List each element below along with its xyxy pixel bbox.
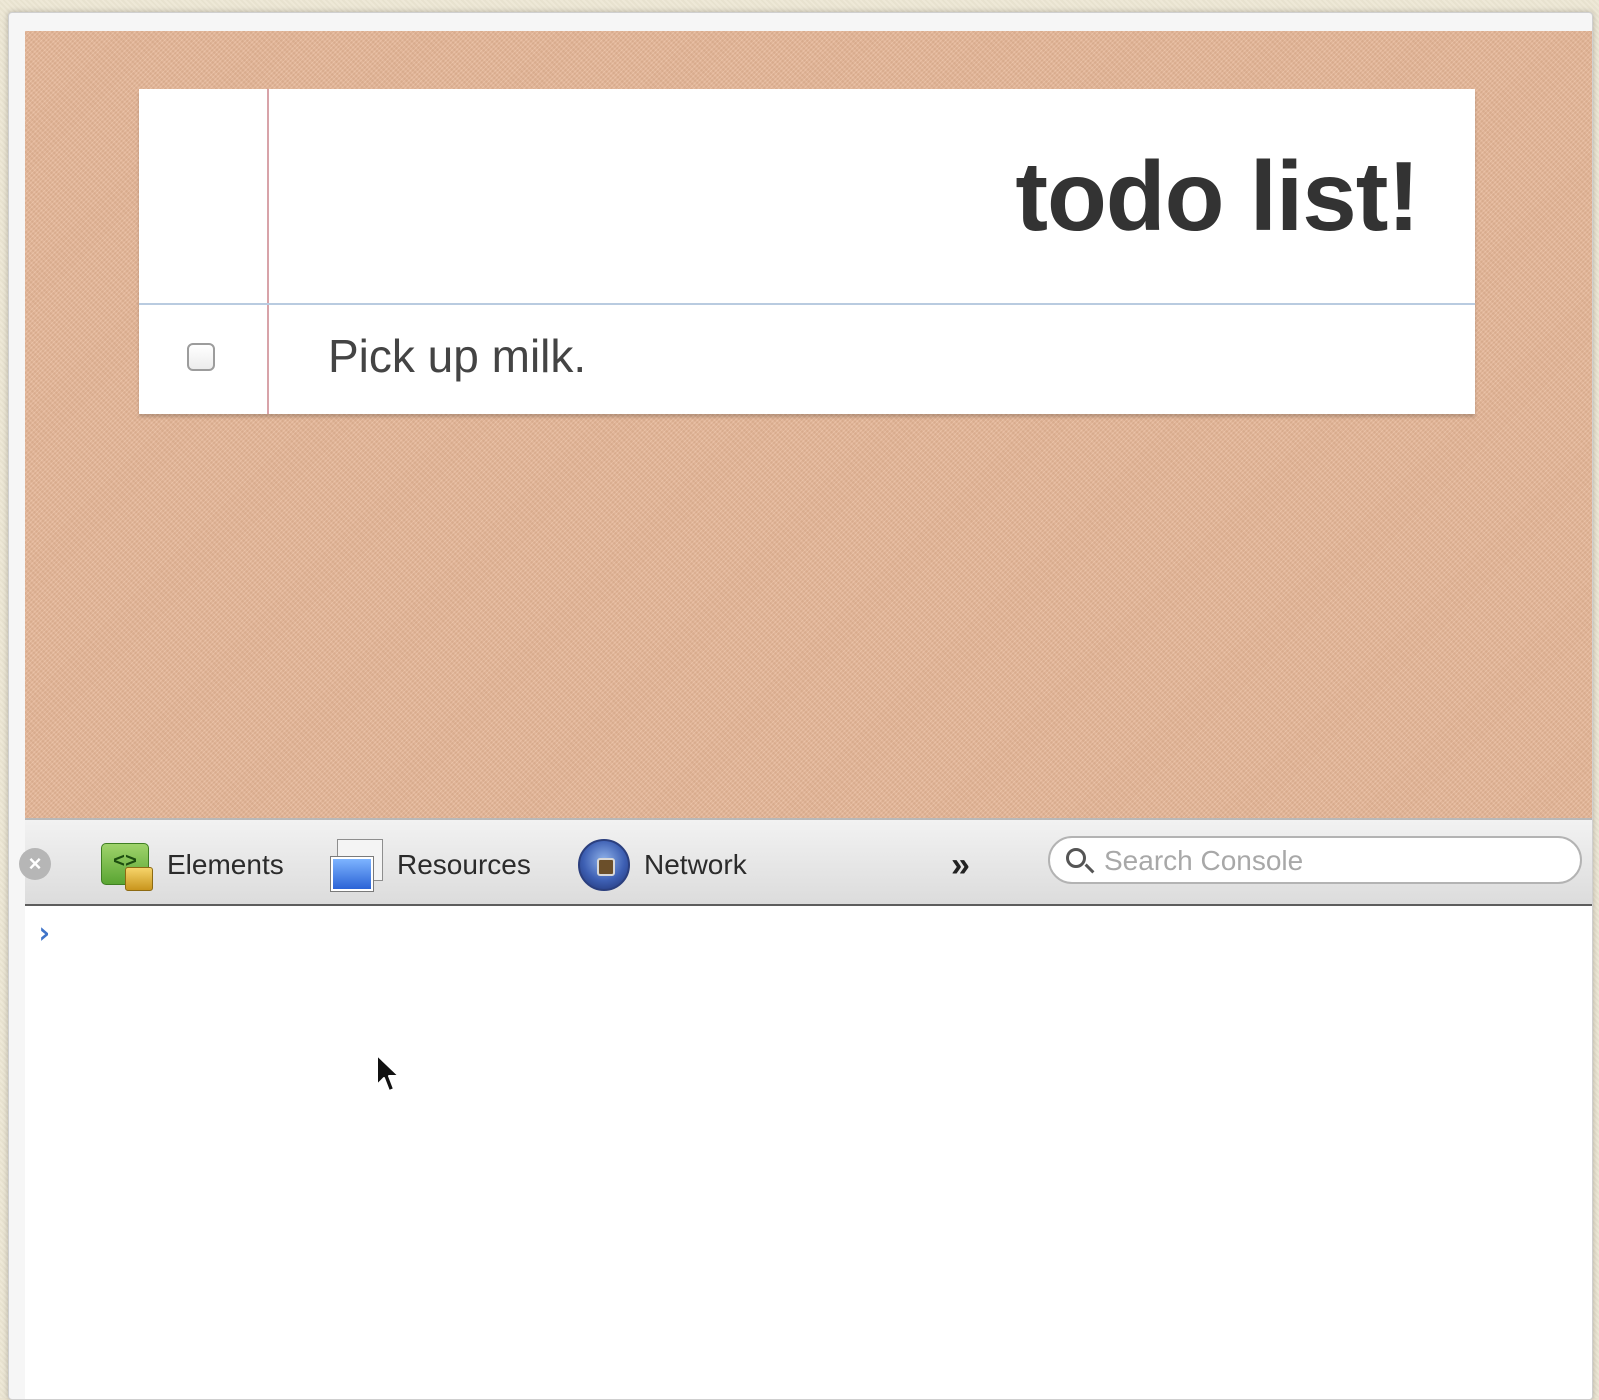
todo-item-text: Pick up milk. bbox=[328, 330, 587, 382]
elements-icon: <> bbox=[101, 839, 153, 891]
devtools-toolbar: × <> Elements Resources Network » Search… bbox=[19, 818, 1592, 906]
network-icon-globe bbox=[578, 839, 630, 891]
devtools-panel: × <> Elements Resources Network » Search… bbox=[19, 818, 1592, 1399]
close-devtools-button[interactable]: × bbox=[19, 848, 51, 880]
search-icon bbox=[1066, 848, 1086, 868]
tab-elements-label: Elements bbox=[167, 849, 284, 880]
console-input[interactable] bbox=[67, 918, 1571, 956]
search-console-box[interactable] bbox=[1048, 836, 1582, 884]
console-area[interactable]: › bbox=[25, 906, 1592, 1399]
mouse-cursor-icon bbox=[376, 1054, 400, 1092]
tab-resources[interactable]: Resources bbox=[331, 838, 531, 892]
tab-elements[interactable]: <> Elements bbox=[101, 838, 284, 892]
network-icon bbox=[578, 839, 630, 891]
tab-network[interactable]: Network bbox=[578, 838, 747, 892]
close-icon: × bbox=[28, 851, 42, 876]
tab-resources-label: Resources bbox=[397, 849, 531, 880]
elements-icon-badge bbox=[125, 867, 153, 891]
tab-network-label: Network bbox=[644, 849, 747, 880]
todo-card: todo list! Pick up milk. bbox=[139, 89, 1475, 414]
more-tabs-button[interactable]: » bbox=[951, 846, 970, 885]
todo-title: todo list! bbox=[1015, 141, 1420, 251]
browser-window: todo list! Pick up milk. × <> Elements R… bbox=[8, 12, 1593, 1400]
console-prompt-icon: › bbox=[35, 916, 54, 951]
todo-item-checkbox[interactable] bbox=[187, 343, 215, 371]
resources-icon bbox=[331, 839, 383, 891]
todo-item: Pick up milk. bbox=[139, 305, 1475, 414]
resources-icon-image bbox=[331, 857, 373, 891]
search-console-input[interactable] bbox=[1102, 842, 1566, 880]
page-viewport: todo list! Pick up milk. bbox=[25, 31, 1592, 818]
